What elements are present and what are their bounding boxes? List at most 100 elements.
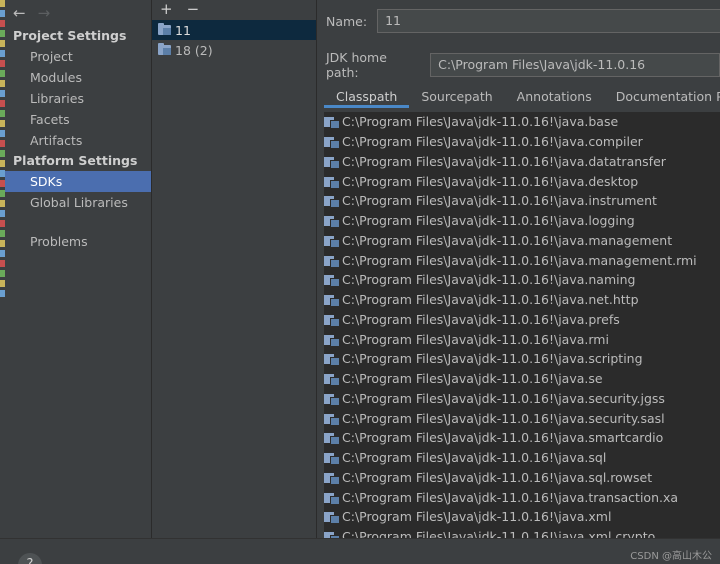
- tab-sourcepath[interactable]: Sourcepath: [409, 86, 504, 108]
- jar-module-icon: [324, 156, 340, 169]
- platform-settings-heading: Platform Settings: [13, 153, 138, 168]
- jar-module-icon: [324, 314, 340, 327]
- classpath-row[interactable]: C:\Program Files\Java\jdk-11.0.16!\java.…: [324, 408, 720, 428]
- jar-module-icon: [324, 215, 340, 229]
- jar-module-icon: [324, 274, 340, 288]
- classpath-row[interactable]: C:\Program Files\Java\jdk-11.0.16!\java.…: [324, 527, 720, 538]
- jdk-home-path-field[interactable]: C:\Program Files\Java\jdk-11.0.16: [430, 53, 720, 77]
- name-field[interactable]: 11: [377, 9, 720, 33]
- classpath-entry-label: C:\Program Files\Java\jdk-11.0.16!\java.…: [342, 351, 643, 367]
- remove-sdk-button[interactable]: −: [187, 0, 200, 18]
- help-button[interactable]: ?: [18, 553, 42, 564]
- classpath-entry-label: C:\Program Files\Java\jdk-11.0.16!\java.…: [342, 489, 679, 505]
- nav-arrows: ← →: [5, 0, 151, 26]
- classpath-entry-label: C:\Program Files\Java\jdk-11.0.16!\java.…: [342, 509, 612, 525]
- classpath-entry-label: C:\Program Files\Java\jdk-11.0.16!\java.…: [342, 371, 603, 387]
- name-label: Name:: [326, 13, 368, 29]
- folder-icon: [158, 43, 171, 55]
- nav-item-project[interactable]: Project: [5, 46, 151, 67]
- nav-item-global-libraries[interactable]: Global Libraries: [5, 192, 151, 213]
- classpath-row[interactable]: C:\Program Files\Java\jdk-11.0.16!\java.…: [324, 132, 720, 152]
- arrow-left-icon[interactable]: ←: [13, 4, 26, 22]
- classpath-row[interactable]: C:\Program Files\Java\jdk-11.0.16!\java.…: [324, 191, 720, 211]
- classpath-entry-label: C:\Program Files\Java\jdk-11.0.16!\java.…: [342, 153, 666, 169]
- jar-module-icon: [324, 116, 340, 130]
- tab-classpath[interactable]: Classpath: [324, 86, 410, 108]
- classpath-row[interactable]: C:\Program Files\Java\jdk-11.0.16!\java.…: [324, 310, 720, 330]
- jar-module-icon: [324, 255, 340, 268]
- dialog-footer: ? CSDN @高山木公: [0, 538, 720, 564]
- jar-module-icon: [324, 452, 340, 466]
- classpath-row[interactable]: C:\Program Files\Java\jdk-11.0.16!\java.…: [324, 369, 720, 389]
- jar-module-icon: [324, 373, 340, 387]
- classpath-entry-label: C:\Program Files\Java\jdk-11.0.16!\java.…: [342, 213, 635, 229]
- classpath-entry-label: C:\Program Files\Java\jdk-11.0.16!\java.…: [342, 114, 619, 130]
- classpath-entry-label: C:\Program Files\Java\jdk-11.0.16!\java.…: [342, 410, 665, 426]
- detail-tabs: Classpath Sourcepath Annotations Documen…: [324, 86, 720, 108]
- classpath-row[interactable]: C:\Program Files\Java\jdk-11.0.16!\java.…: [324, 152, 720, 172]
- jar-module-icon: [324, 195, 340, 209]
- jar-module-icon: [324, 176, 340, 189]
- classpath-row[interactable]: C:\Program Files\Java\jdk-11.0.16!\java.…: [324, 171, 720, 191]
- settings-navigation: ← → Project Settings Project Modules Lib…: [5, 0, 151, 538]
- classpath-row[interactable]: C:\Program Files\Java\jdk-11.0.16!\java.…: [324, 329, 720, 349]
- classpath-row[interactable]: C:\Program Files\Java\jdk-11.0.16!\java.…: [324, 231, 720, 251]
- add-sdk-button[interactable]: +: [160, 0, 173, 18]
- sdk-item-label: 11: [175, 22, 191, 38]
- tab-annotations[interactable]: Annotations: [505, 86, 604, 108]
- classpath-entry-label: C:\Program Files\Java\jdk-11.0.16!\java.…: [342, 331, 609, 347]
- jar-module-icon: [324, 334, 340, 347]
- classpath-row[interactable]: C:\Program Files\Java\jdk-11.0.16!\java.…: [324, 428, 720, 448]
- classpath-entry-label: C:\Program Files\Java\jdk-11.0.16!\java.…: [342, 193, 657, 209]
- classpath-row[interactable]: C:\Program Files\Java\jdk-11.0.16!\java.…: [324, 389, 720, 409]
- classpath-entry-label: C:\Program Files\Java\jdk-11.0.16!\java.…: [342, 252, 697, 268]
- jar-module-icon: [324, 235, 340, 248]
- jar-module-icon: [324, 472, 340, 485]
- classpath-row[interactable]: C:\Program Files\Java\jdk-11.0.16!\java.…: [324, 112, 720, 132]
- classpath-entry-label: C:\Program Files\Java\jdk-11.0.16!\java.…: [342, 529, 656, 538]
- classpath-entry-label: C:\Program Files\Java\jdk-11.0.16!\java.…: [342, 390, 665, 406]
- classpath-row[interactable]: C:\Program Files\Java\jdk-11.0.16!\java.…: [324, 487, 720, 507]
- jar-module-icon: [324, 136, 340, 150]
- classpath-row[interactable]: C:\Program Files\Java\jdk-11.0.16!\java.…: [324, 468, 720, 488]
- nav-item-facets[interactable]: Facets: [5, 109, 151, 130]
- jdk-home-label: JDK home path:: [326, 50, 387, 80]
- nav-item-sdks[interactable]: SDKs: [5, 171, 151, 192]
- classpath-entry-label: C:\Program Files\Java\jdk-11.0.16!\java.…: [342, 134, 643, 150]
- jar-module-icon: [324, 511, 340, 525]
- jar-module-icon: [324, 432, 340, 446]
- sdk-toolbar: + −: [152, 0, 316, 18]
- classpath-entry-label: C:\Program Files\Java\jdk-11.0.16!\java.…: [342, 173, 639, 189]
- jar-module-icon: [324, 393, 340, 406]
- classpath-entry-label: C:\Program Files\Java\jdk-11.0.16!\java.…: [342, 469, 653, 485]
- sdk-item-18[interactable]: 18 (2): [152, 40, 316, 60]
- classpath-row[interactable]: C:\Program Files\Java\jdk-11.0.16!\java.…: [324, 507, 720, 527]
- classpath-row[interactable]: C:\Program Files\Java\jdk-11.0.16!\java.…: [324, 349, 720, 369]
- jar-module-icon: [324, 413, 340, 426]
- nav-item-artifacts[interactable]: Artifacts: [5, 130, 151, 151]
- name-row: Name: 11: [326, 9, 720, 33]
- classpath-row[interactable]: C:\Program Files\Java\jdk-11.0.16!\java.…: [324, 448, 720, 468]
- arrow-right-icon[interactable]: →: [38, 4, 51, 22]
- classpath-row[interactable]: C:\Program Files\Java\jdk-11.0.16!\java.…: [324, 250, 720, 270]
- classpath-row[interactable]: C:\Program Files\Java\jdk-11.0.16!\java.…: [324, 211, 720, 231]
- nav-item-modules[interactable]: Modules: [5, 67, 151, 88]
- nav-item-problems[interactable]: Problems: [5, 231, 151, 252]
- sdk-detail-pane: Name: 11 JDK home path: C:\Program Files…: [318, 0, 720, 538]
- watermark: CSDN @高山木公: [630, 551, 712, 562]
- classpath-row[interactable]: C:\Program Files\Java\jdk-11.0.16!\java.…: [324, 290, 720, 310]
- classpath-entry-label: C:\Program Files\Java\jdk-11.0.16!\java.…: [342, 311, 620, 327]
- jar-module-icon: [324, 531, 340, 538]
- classpath-entry-label: C:\Program Files\Java\jdk-11.0.16!\java.…: [342, 292, 639, 308]
- classpath-entry-label: C:\Program Files\Java\jdk-11.0.16!\java.…: [342, 430, 664, 446]
- project-settings-heading: Project Settings: [13, 28, 127, 43]
- jar-module-icon: [324, 353, 340, 367]
- jdk-home-row: JDK home path: C:\Program Files\Java\jdk…: [326, 50, 720, 80]
- sdk-item-11[interactable]: 11: [152, 20, 316, 40]
- jar-module-icon: [324, 294, 340, 308]
- classpath-list[interactable]: C:\Program Files\Java\jdk-11.0.16!\java.…: [324, 112, 720, 538]
- tab-documentation-paths[interactable]: Documentation Paths: [604, 86, 720, 108]
- nav-item-libraries[interactable]: Libraries: [5, 88, 151, 109]
- sdk-item-label: 18 (2): [175, 42, 213, 58]
- classpath-row[interactable]: C:\Program Files\Java\jdk-11.0.16!\java.…: [324, 270, 720, 290]
